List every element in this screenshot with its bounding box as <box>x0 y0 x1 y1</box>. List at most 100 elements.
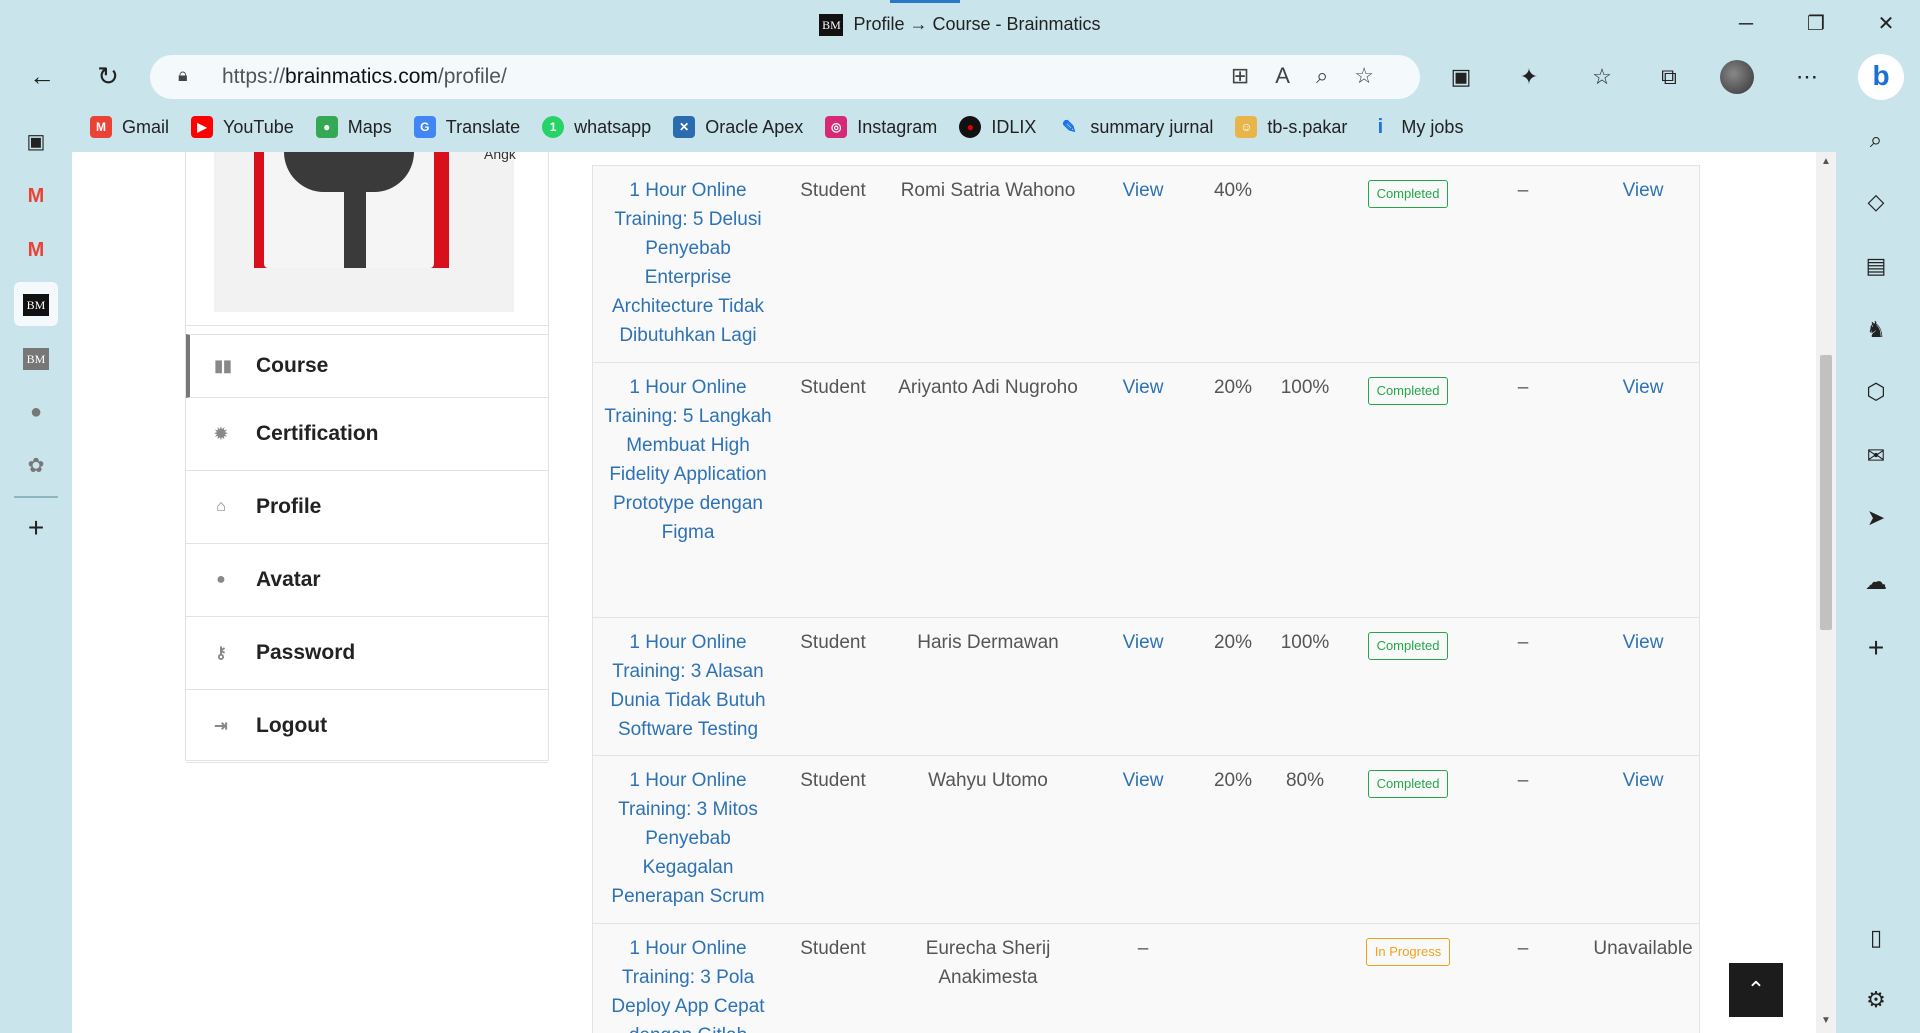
view-link[interactable]: View <box>1103 373 1183 402</box>
course-instructor: Wahyu Utomo <box>928 770 1048 791</box>
bookmark-label: My jobs <box>1401 116 1464 137</box>
scroll-up-arrow-icon[interactable]: ▲ <box>1819 156 1833 170</box>
zoom-icon[interactable]: ⌕ <box>1316 63 1354 88</box>
title-bar: BM Profile → Course - Brainmatics ─ ❐ ✕ <box>0 0 1920 50</box>
bookmark-maps[interactable]: ● Maps <box>315 110 392 144</box>
bookmark-summary-jurnal[interactable]: ✎ summary jurnal <box>1058 110 1214 144</box>
bookmark-youtube[interactable]: ▶ YouTube <box>191 110 294 144</box>
status-badge: Completed <box>1367 632 1449 660</box>
view-link[interactable]: View <box>1103 766 1183 795</box>
app-available-icon[interactable]: ⊞ <box>1231 63 1275 88</box>
games-chess-icon[interactable]: ♞ <box>1854 310 1898 350</box>
course-title-link[interactable]: 1 Hour Online Training: 3 Pola Deploy Ap… <box>603 934 773 1033</box>
bookmark-gmail[interactable]: M Gmail <box>90 110 169 144</box>
sidebar-settings-gear-icon[interactable]: ⚙ <box>1854 980 1898 1020</box>
scrollbar-thumb[interactable] <box>1820 355 1832 630</box>
key-icon: ⚷ <box>215 645 227 662</box>
add-sidebar-app-icon[interactable]: + <box>1854 628 1898 668</box>
search-icon[interactable]: ⌕ <box>1854 120 1898 160</box>
menu-password[interactable]: ⚷ Password <box>186 617 548 690</box>
brainmatics-tab-icon[interactable]: BM <box>14 282 58 326</box>
menu-label: Logout <box>256 714 328 737</box>
new-tab-icon[interactable]: + <box>14 506 58 550</box>
url-text[interactable]: https://brainmatics.com/profile/ <box>222 65 507 89</box>
table-row: 1 Hour Online Training: 3 Mitos Penyebab… <box>592 756 1700 924</box>
tab-actions-icon[interactable]: ▣ <box>14 120 58 164</box>
address-bar[interactable]: 🔒︎ https://brainmatics.com/profile/ ⊞A⌕☆ <box>150 55 1420 99</box>
gmail-tab-icon[interactable]: M <box>14 174 58 218</box>
outlook-icon[interactable]: ✉ <box>1854 436 1898 476</box>
telegram-icon[interactable]: ➤ <box>1854 498 1898 538</box>
bing-copilot-button[interactable]: b <box>1858 54 1904 100</box>
close-button[interactable]: ✕ <box>1866 12 1906 36</box>
more-menu-icon[interactable]: ⋯ <box>1789 60 1825 94</box>
bookmark-idlix[interactable]: ● IDLIX <box>959 110 1036 144</box>
collections-icon[interactable]: ⧉ <box>1651 60 1687 94</box>
favorites-icon[interactable]: ☆ <box>1584 60 1620 94</box>
selenium-extension-icon[interactable]: ▣ <box>1443 60 1479 94</box>
hide-sidebar-icon[interactable]: ▯ <box>1854 918 1898 958</box>
menu-avatar[interactable]: ● Avatar <box>186 544 548 617</box>
brainmatics-tab-icon[interactable]: BM <box>14 336 58 380</box>
certificate-view-link[interactable]: View <box>1573 176 1713 205</box>
course-role: Student <box>800 770 866 791</box>
status-badge: Completed <box>1367 180 1449 208</box>
menu-label: Certification <box>256 422 379 445</box>
logout-icon: ⇥ <box>214 718 228 735</box>
read-aloud-icon[interactable]: A <box>1275 63 1316 88</box>
maximize-button[interactable]: ❐ <box>1796 12 1836 36</box>
chatgpt-tab-icon[interactable]: ✿ <box>14 444 58 488</box>
back-button[interactable]: ← <box>24 60 60 92</box>
tabs-divider <box>14 496 58 498</box>
extensions-icon[interactable]: ✦ <box>1511 60 1547 94</box>
shopping-tag-icon[interactable]: ◇ <box>1854 182 1898 222</box>
drop-cloud-icon[interactable]: ☁ <box>1854 562 1898 602</box>
certificate-view-link[interactable]: View <box>1573 766 1713 795</box>
scroll-down-arrow-icon[interactable]: ▼ <box>1819 1015 1833 1029</box>
pakar-icon: ☺ <box>1235 116 1258 138</box>
favorite-add-icon[interactable]: ☆ <box>1354 63 1400 88</box>
minimize-button[interactable]: ─ <box>1726 12 1766 36</box>
profile-avatar[interactable] <box>1720 60 1754 94</box>
certificate-view-link[interactable]: View <box>1573 373 1713 402</box>
course-role: Student <box>800 180 866 201</box>
menu-profile[interactable]: ⌂ Profile <box>186 471 548 544</box>
status-cell: Completed <box>1353 630 1463 660</box>
bookmark-instagram[interactable]: ◎ Instagram <box>825 110 937 144</box>
bookmark-whatsapp[interactable]: 1 whatsapp <box>542 110 651 144</box>
table-row: 1 Hour Online Training: 3 Pola Deploy Ap… <box>592 924 1700 1033</box>
certificate-icon: ✹ <box>214 426 228 443</box>
page-scrollbar[interactable]: ▲ ▼ <box>1816 152 1836 1033</box>
instagram-icon: ◎ <box>825 116 848 138</box>
course-title-link[interactable]: 1 Hour Online Training: 3 Mitos Penyebab… <box>603 766 773 911</box>
refresh-button[interactable]: ↻ <box>90 60 126 92</box>
menu-certification[interactable]: ✹ Certification <box>186 398 548 471</box>
bookmark-tb-spakar[interactable]: ☺ tb-s.pakar <box>1235 110 1347 144</box>
course-title-link[interactable]: 1 Hour Online Training: 5 Delusi Penyeba… <box>603 176 773 350</box>
microsoft365-icon[interactable]: ⬡ <box>1854 372 1898 412</box>
view-link[interactable]: View <box>1103 176 1183 205</box>
gmail-tab-icon[interactable]: M <box>14 228 58 272</box>
bookmark-label: Translate <box>445 116 521 137</box>
menu-course[interactable]: ▮▮ Course <box>186 334 548 398</box>
course-title-link[interactable]: 1 Hour Online Training: 3 Alasan Dunia T… <box>603 628 773 744</box>
github-tab-icon[interactable]: ● <box>14 390 58 434</box>
bookmark-label: Instagram <box>857 116 938 137</box>
menu-logout[interactable]: ⇥ Logout <box>186 690 548 763</box>
table-row: 1 Hour Online Training: 5 Delusi Penyeba… <box>592 166 1700 363</box>
tools-briefcase-icon[interactable]: ▤ <box>1854 246 1898 286</box>
bookmark-translate[interactable]: G Translate <box>413 110 521 144</box>
course-role: Student <box>800 632 866 653</box>
window-title-text: Profile → Course - Brainmatics <box>853 14 1101 34</box>
bookmark-my-jobs[interactable]: i My jobs <box>1369 110 1464 144</box>
apex-icon: ✕ <box>673 116 696 138</box>
course-title-link[interactable]: 1 Hour Online Training: 5 Langkah Membua… <box>603 373 773 547</box>
bm-tab-logo: BM <box>23 293 49 316</box>
lock-icon[interactable]: 🔒︎ <box>178 65 188 86</box>
back-to-top-button[interactable]: ⌃ <box>1729 963 1783 1017</box>
certificate-view-link[interactable]: View <box>1573 628 1713 657</box>
bookmark-oracle-apex[interactable]: ✕ Oracle Apex <box>673 110 803 144</box>
jurnal-icon: ✎ <box>1061 117 1077 137</box>
empty-value: – <box>1517 632 1529 653</box>
view-link[interactable]: View <box>1103 628 1183 657</box>
